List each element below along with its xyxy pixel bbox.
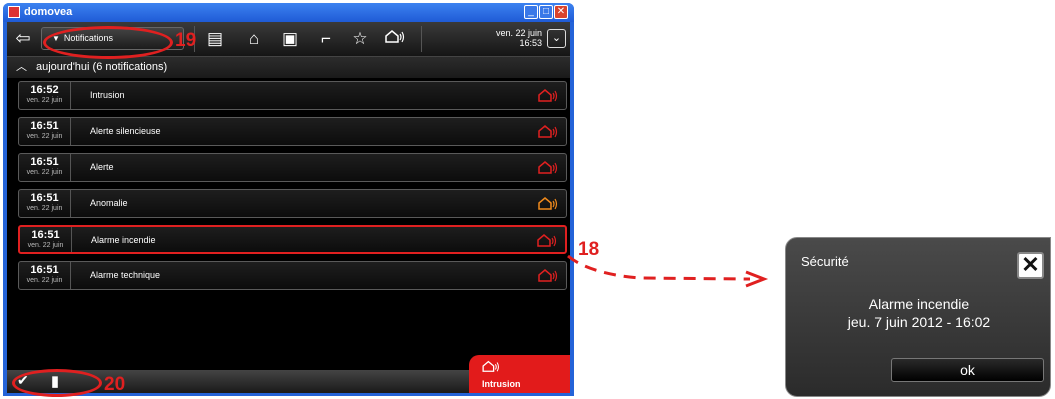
close-button[interactable]: ✕ xyxy=(554,5,568,19)
notification-date: ven. 22 juin xyxy=(27,242,64,249)
security-dialog: Sécurité ✕ Alarme incendie jeu. 7 juin 2… xyxy=(785,237,1051,397)
dialog-message: Alarme incendie xyxy=(868,296,970,312)
section-title: aujourd'hui (6 notifications) xyxy=(36,61,168,73)
toolbar-separator xyxy=(421,26,422,52)
notification-time: 16:51 xyxy=(30,120,59,132)
app-content: ⇦ ▼ Notifications ▤ ⌂ ▣ ⌐ ☆ ven. 22 juin … xyxy=(7,22,570,393)
notification-time: 16:52 xyxy=(30,84,59,96)
notification-label: Alarme incendie xyxy=(91,235,156,245)
dialog-title: Sécurité xyxy=(801,254,849,269)
collapse-toolbar-button[interactable]: ⌄ xyxy=(547,29,566,48)
alarm-icon xyxy=(538,197,558,210)
notification-label: Intrusion xyxy=(90,90,125,100)
scene-icon[interactable]: ▣ xyxy=(279,28,301,50)
notification-list: 16:52 ven. 22 juin Intrusion 16:51 ven. 22 j… xyxy=(18,81,568,297)
notification-row[interactable]: 16:51 ven. 22 juin Alarme technique xyxy=(18,261,567,290)
favorite-icon[interactable]: ☆ xyxy=(349,28,371,50)
minimize-button[interactable]: _ xyxy=(524,5,538,19)
callout-arrow xyxy=(567,254,769,288)
camera-icon[interactable]: ⌐ xyxy=(315,28,337,50)
notification-time-box: 16:51 ven. 22 juin xyxy=(19,190,71,217)
back-arrow-icon[interactable]: ⇦ xyxy=(13,29,33,49)
notification-time-box: 16:51 ven. 22 juin xyxy=(19,118,71,145)
app-window: domovea _ □ ✕ ⇦ ▼ Notifications ▤ ⌂ ▣ ⌐ ☆… xyxy=(3,3,574,396)
section-header[interactable]: ︿ aujourd'hui (6 notifications) xyxy=(7,57,570,78)
app-icon xyxy=(8,6,20,18)
ok-button[interactable]: ok xyxy=(891,358,1044,382)
title-bar[interactable]: domovea _ □ ✕ xyxy=(3,3,574,22)
notification-time-box: 16:51 ven. 22 juin xyxy=(20,227,72,252)
notification-date: ven. 22 juin xyxy=(26,97,63,104)
alarm-icon xyxy=(538,161,558,174)
alarm-icon xyxy=(482,360,499,372)
notification-label: Anomalie xyxy=(90,198,128,208)
callout-number-20: 20 xyxy=(104,374,126,395)
notification-row[interactable]: 16:52 ven. 22 juin Intrusion xyxy=(18,81,567,110)
alarm-icon xyxy=(538,89,558,102)
notification-time: 16:51 xyxy=(31,229,60,241)
notification-date: ven. 22 juin xyxy=(26,133,63,140)
notification-row[interactable]: 16:51 ven. 22 juin Alerte xyxy=(18,153,567,182)
notification-date: ven. 22 juin xyxy=(26,277,63,284)
notification-row[interactable]: 16:51 ven. 22 juin Anomalie xyxy=(18,189,567,218)
notification-time: 16:51 xyxy=(30,156,59,168)
close-icon[interactable]: ✕ xyxy=(1017,252,1044,279)
current-date: ven. 22 juin xyxy=(495,28,542,38)
notification-row[interactable]: 16:51 ven. 22 juin Alerte silencieuse xyxy=(18,117,567,146)
alarm-icon[interactable] xyxy=(384,28,406,50)
notification-time: 16:51 xyxy=(30,264,59,276)
notification-label: Alerte xyxy=(90,162,114,172)
callout-number-19: 19 xyxy=(175,30,197,51)
alarm-icon xyxy=(538,125,558,138)
notification-time-box: 16:51 ven. 22 juin xyxy=(19,154,71,181)
notification-time-box: 16:52 ven. 22 juin xyxy=(19,82,71,109)
dialog-timestamp: jeu. 7 juin 2012 - 16:02 xyxy=(847,314,991,330)
notification-label: Alerte silencieuse xyxy=(90,126,161,136)
notification-time: 16:51 xyxy=(30,192,59,204)
current-time: 16:53 xyxy=(519,38,542,48)
list-icon[interactable]: ▤ xyxy=(204,28,226,50)
window-title: domovea xyxy=(24,6,73,18)
date-time: ven. 22 juin 16:53 xyxy=(496,28,542,48)
notification-label: Alarme technique xyxy=(90,270,161,280)
notification-time-box: 16:51 ven. 22 juin xyxy=(19,262,71,289)
maximize-button[interactable]: □ xyxy=(539,5,553,19)
notification-date: ven. 22 juin xyxy=(26,205,63,212)
chevron-up-icon: ︿ xyxy=(16,61,27,73)
alarm-icon xyxy=(538,269,558,282)
active-alarm-label: Intrusion xyxy=(482,379,521,389)
home-icon[interactable]: ⌂ xyxy=(243,28,265,50)
callout-ellipse-19 xyxy=(43,26,173,59)
active-alarm-tab[interactable]: Intrusion xyxy=(469,355,570,393)
notification-row[interactable]: 16:51 ven. 22 juin Alarme incendie xyxy=(18,225,567,254)
alarm-icon xyxy=(537,234,557,247)
callout-ellipse-20 xyxy=(12,369,102,397)
notification-date: ven. 22 juin xyxy=(26,169,63,176)
